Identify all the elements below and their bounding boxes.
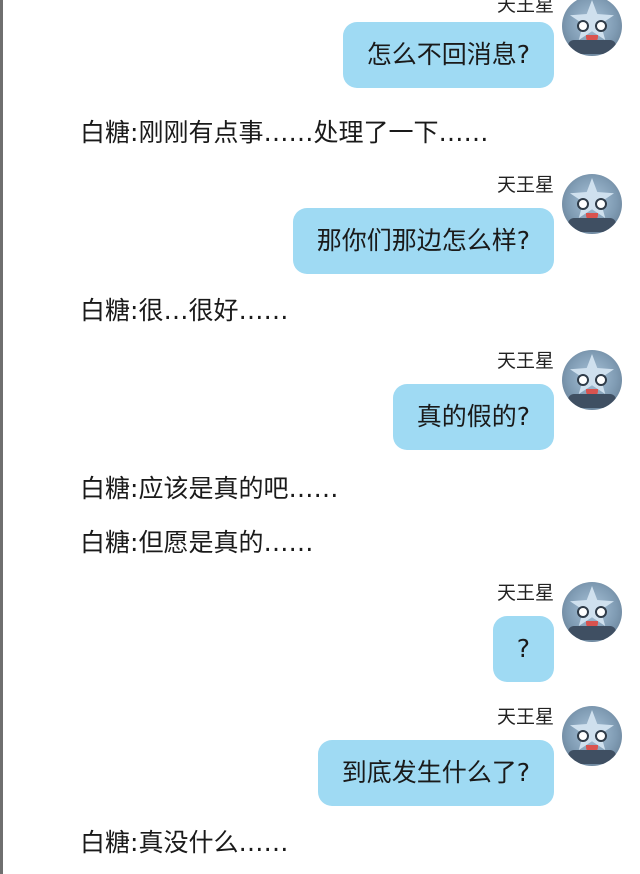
message-text[interactable]: 真没什么…… bbox=[138, 828, 288, 857]
sender-name: 白糖 bbox=[80, 474, 131, 503]
sender-name: 天王星 bbox=[496, 0, 554, 16]
message-text[interactable]: 应该是真的吧…… bbox=[138, 474, 338, 503]
uranus-star-avatar-icon[interactable] bbox=[562, 174, 622, 234]
left-edge-divider bbox=[0, 0, 3, 874]
uranus-star-avatar-icon[interactable] bbox=[562, 582, 622, 642]
uranus-star-avatar-icon[interactable] bbox=[562, 350, 622, 410]
sender-name: 白糖 bbox=[80, 828, 131, 857]
message-text[interactable]: 很…很好…… bbox=[138, 296, 288, 325]
other-message-line: 白糖:很…很好…… bbox=[80, 294, 288, 328]
other-message-line: 白糖:应该是真的吧…… bbox=[80, 472, 338, 506]
message-bubble[interactable]: 到底发生什么了? bbox=[317, 740, 554, 806]
sender-name: 白糖 bbox=[80, 118, 131, 147]
message-text[interactable]: 但愿是真的…… bbox=[138, 528, 313, 557]
uranus-star-avatar-icon[interactable] bbox=[562, 0, 622, 56]
message-text[interactable]: 刚刚有点事……处理了一下…… bbox=[138, 118, 488, 147]
sender-name: 白糖 bbox=[80, 528, 131, 557]
message-bubble[interactable]: ? bbox=[492, 616, 554, 682]
sender-name: 天王星 bbox=[496, 174, 554, 196]
other-message-line: 白糖:刚刚有点事……处理了一下…… bbox=[80, 116, 488, 150]
sender-name: 天王星 bbox=[496, 706, 554, 728]
other-message-line: 白糖:真没什么…… bbox=[80, 826, 288, 860]
message-bubble[interactable]: 真的假的? bbox=[392, 384, 554, 450]
sender-name: 天王星 bbox=[496, 582, 554, 604]
uranus-star-avatar-icon[interactable] bbox=[562, 706, 622, 766]
other-message-line: 白糖:但愿是真的…… bbox=[80, 526, 313, 560]
sender-name: 天王星 bbox=[496, 350, 554, 372]
chat-view: 天王星 怎么不回消息? 白糖:刚刚有点事……处理了一下…… 天王星 那你们那边怎… bbox=[0, 0, 640, 874]
message-bubble[interactable]: 那你们那边怎么样? bbox=[292, 208, 554, 274]
message-bubble[interactable]: 怎么不回消息? bbox=[342, 22, 554, 88]
sender-name: 白糖 bbox=[80, 296, 131, 325]
